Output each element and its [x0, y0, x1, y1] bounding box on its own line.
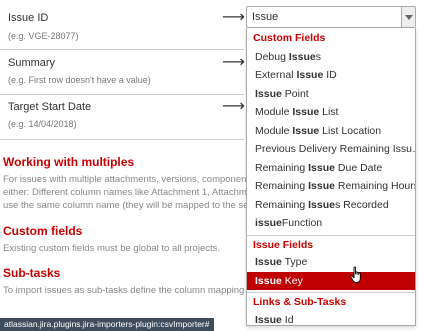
source-column-example: (e.g. First row doesn't have a value) — [8, 75, 151, 85]
dropdown-option[interactable]: Remaining Issue Remaining Hours — [247, 177, 415, 195]
target-field-dropdown[interactable]: Custom Fields Debug Issues External Issue … — [246, 28, 416, 326]
section-text-line: To import issues as sub-tasks define the… — [3, 285, 245, 296]
chevron-down-icon[interactable] — [401, 7, 415, 27]
mapping-row-summary: Summary (e.g. First row doesn't have a v… — [0, 50, 245, 95]
section-text-line: use the same column name (they will be m… — [3, 200, 249, 211]
mapping-row-issue-id: Issue ID (e.g. VGE-28077) ⟶ — [0, 0, 245, 50]
dropdown-option[interactable]: Module Issue List — [247, 103, 415, 121]
mapping-arrow-icon: ⟶ — [222, 7, 245, 26]
source-column-label: Summary — [8, 57, 56, 69]
dropdown-group-header: Issue Fields — [247, 234, 415, 253]
dropdown-option[interactable]: Issue Id — [247, 311, 415, 326]
dropdown-group-header: Links & Sub-Tasks — [247, 292, 415, 310]
dropdown-option[interactable]: External Issue ID — [247, 66, 415, 84]
target-field-select[interactable]: Issue — [246, 6, 416, 28]
dropdown-option[interactable]: issueFunction — [247, 214, 415, 232]
select-value[interactable]: Issue — [252, 11, 278, 23]
section-title-sub-tasks: Sub-tasks — [3, 266, 61, 280]
dropdown-option[interactable]: Debug Issues — [247, 48, 415, 66]
dropdown-option[interactable]: Previous Delivery Remaining Issu… — [247, 140, 415, 158]
section-title-multiples: Working with multiples — [3, 155, 135, 169]
source-column-label: Target Start Date — [8, 101, 92, 113]
status-bar-url: atlassian.jira.plugins.jira-importers-pl… — [0, 318, 214, 331]
mapping-arrow-icon: ⟶ — [222, 52, 245, 71]
source-column-example: (e.g. VGE-28077) — [8, 31, 79, 41]
section-title-custom-fields: Custom fields — [3, 224, 83, 238]
hand-pointer-icon — [350, 266, 361, 283]
source-column-label: Issue ID — [8, 12, 49, 24]
section-text-line: Existing custom fields must be global to… — [3, 243, 221, 254]
mapping-row-target-start-date: Target Start Date (e.g. 14/04/2018) ⟶ — [0, 95, 245, 140]
section-text-line: either: Different column names like Atta… — [3, 187, 247, 198]
source-column-example: (e.g. 14/04/2018) — [8, 119, 77, 129]
section-text-line: For issues with multiple attachments, ve… — [3, 174, 250, 185]
mapping-arrow-icon: ⟶ — [222, 96, 245, 115]
dropdown-option[interactable]: Issue Point — [247, 85, 415, 103]
dropdown-option[interactable]: Issue Key — [247, 271, 415, 290]
dropdown-option[interactable]: Remaining Issues Recorded — [247, 196, 415, 214]
dropdown-option[interactable]: Issue Type — [247, 253, 415, 271]
dropdown-group-header: Custom Fields — [253, 32, 326, 44]
dropdown-option[interactable]: Module Issue List Location — [247, 122, 415, 140]
dropdown-option[interactable]: Remaining Issue Due Date — [247, 159, 415, 177]
